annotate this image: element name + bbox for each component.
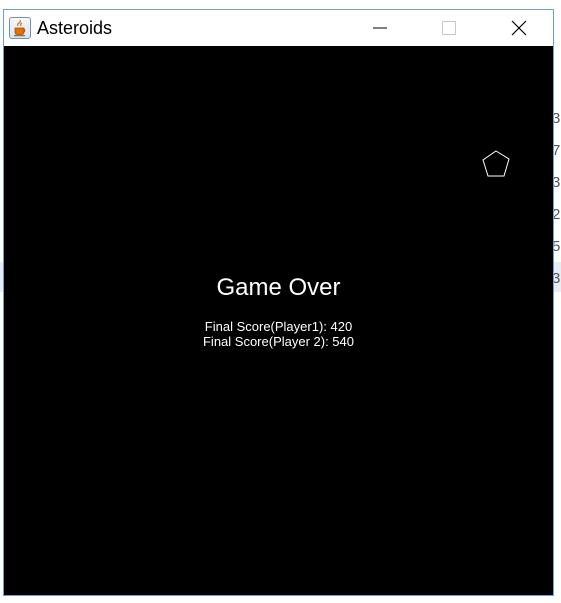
- maximize-icon: [442, 21, 456, 35]
- close-button[interactable]: [496, 10, 542, 46]
- close-icon: [511, 20, 527, 36]
- final-score-player1: Final Score(Player1): 420: [204, 319, 353, 334]
- java-cup-icon[interactable]: [9, 17, 31, 39]
- maximize-button[interactable]: [426, 10, 472, 46]
- game-over-text: Game Over: [216, 274, 341, 301]
- final-score-player2: Final Score(Player 2): 540: [202, 334, 354, 349]
- game-canvas[interactable]: Game Over Final Score(Player1): 420 Fina…: [4, 46, 553, 595]
- minimize-icon: [373, 27, 387, 29]
- minimize-button[interactable]: [357, 10, 403, 46]
- asteroid-icon: [482, 150, 510, 177]
- title-bar[interactable]: Asteroids: [4, 10, 553, 46]
- window-title: Asteroids: [37, 18, 113, 38]
- asteroids-window: Asteroids Game Over Final Score(Player1)…: [3, 9, 554, 596]
